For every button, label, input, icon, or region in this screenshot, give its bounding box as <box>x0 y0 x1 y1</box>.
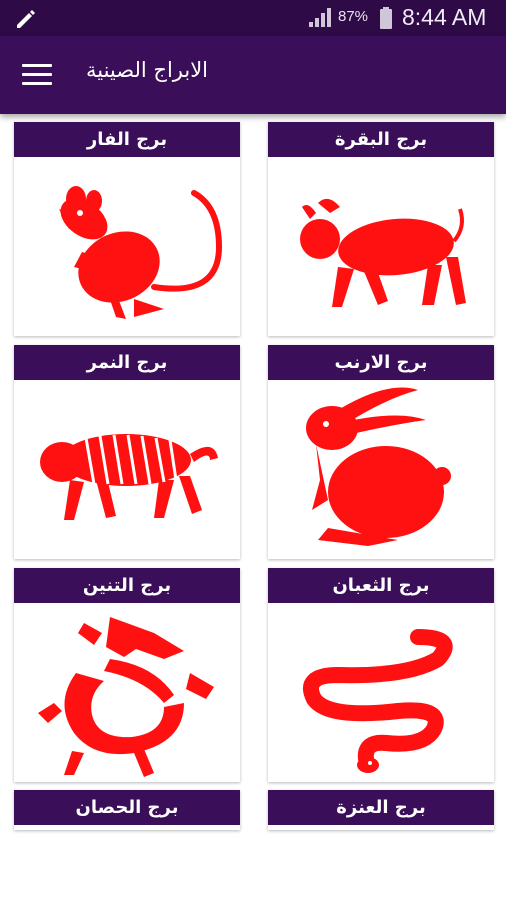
card-label: برج الارنب <box>268 345 494 380</box>
card-image <box>268 380 494 559</box>
card-label: برج البقرة <box>268 122 494 157</box>
card-image <box>268 157 494 336</box>
card-label: برج العنزة <box>268 790 494 825</box>
signal-icon <box>309 8 331 27</box>
zodiac-card-snake[interactable]: برج الثعبان <box>268 568 494 782</box>
zodiac-card-tiger[interactable]: برج النمر <box>14 345 240 559</box>
card-label: برج الفار <box>14 122 240 157</box>
battery-icon <box>380 7 392 29</box>
card-label: برج التنين <box>14 568 240 603</box>
zodiac-card-goat[interactable]: برج العنزة <box>268 790 494 830</box>
card-image <box>14 157 240 336</box>
app-bar: الابراج الصينية <box>0 36 506 114</box>
zodiac-card-ox[interactable]: برج البقرة <box>268 122 494 336</box>
card-image <box>14 603 240 782</box>
rat-icon <box>59 186 223 319</box>
battery-percent: 87% <box>338 8 369 25</box>
zodiac-card-rat[interactable]: برج الفار <box>14 122 240 336</box>
card-label: برج النمر <box>14 345 240 380</box>
card-label: برج الثعبان <box>268 568 494 603</box>
pencil-icon <box>17 10 35 28</box>
dragon-icon <box>38 617 214 777</box>
rabbit-icon <box>306 387 451 546</box>
zodiac-card-rabbit[interactable]: برج الارنب <box>268 345 494 559</box>
zodiac-card-horse[interactable]: برج الحصان <box>14 790 240 830</box>
card-image <box>14 380 240 559</box>
card-label: برج الحصان <box>14 790 240 825</box>
ox-icon <box>300 198 466 307</box>
menu-icon[interactable] <box>22 64 52 86</box>
status-clock: 8:44 AM <box>402 4 487 30</box>
card-image <box>268 603 494 782</box>
app-title: الابراج الصينية <box>86 58 209 82</box>
zodiac-card-dragon[interactable]: برج التنين <box>14 568 240 782</box>
snake-icon <box>303 629 453 773</box>
status-bar: 87% 8:44 AM <box>0 0 506 36</box>
tiger-icon <box>40 434 218 520</box>
